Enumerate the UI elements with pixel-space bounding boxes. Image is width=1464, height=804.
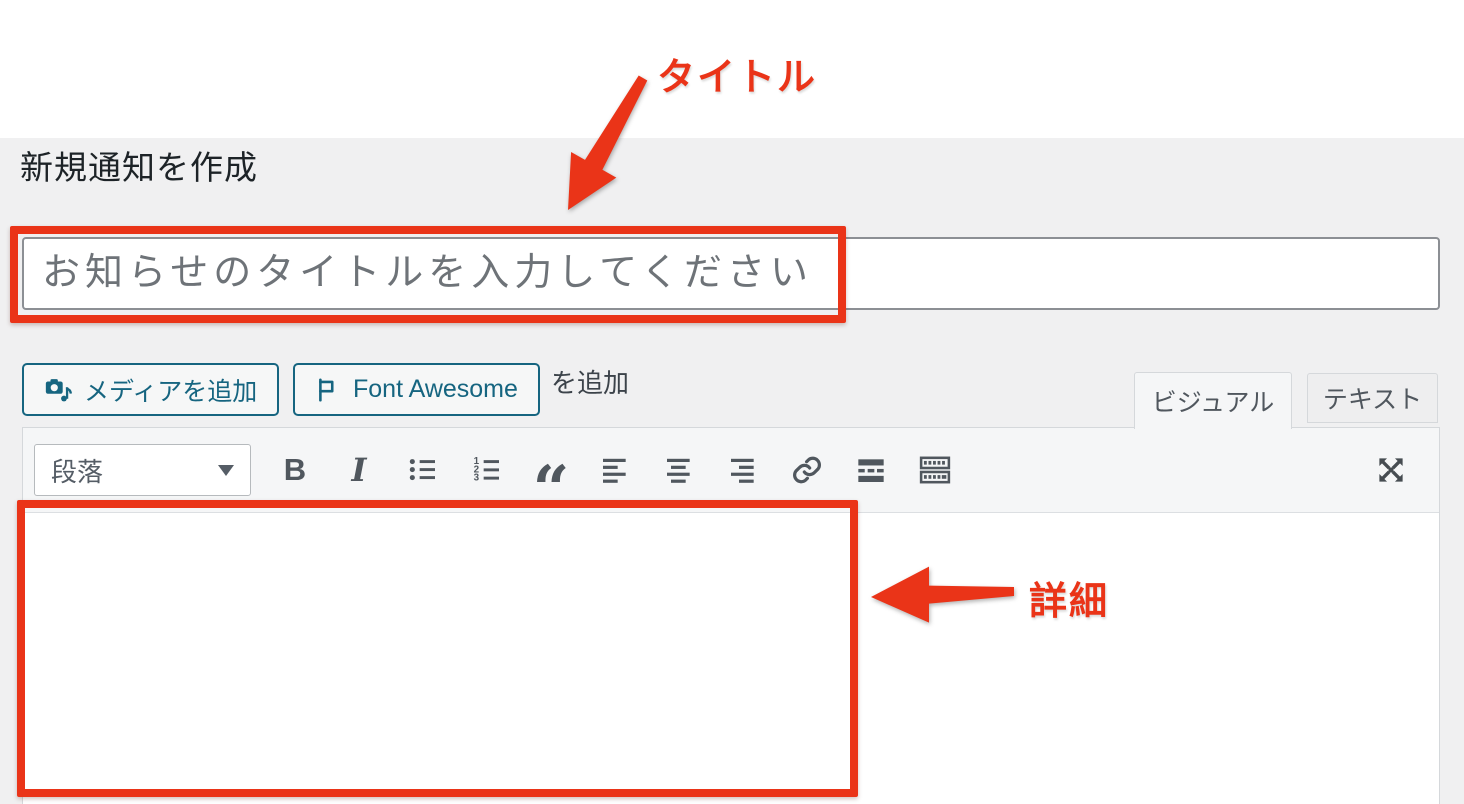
add-media-label: メディアを追加	[84, 372, 257, 408]
tab-text[interactable]: テキスト	[1307, 373, 1438, 423]
svg-text:3: 3	[474, 473, 480, 484]
tab-visual[interactable]: ビジュアル	[1134, 372, 1292, 429]
link-icon	[791, 454, 823, 486]
fullscreen-button[interactable]	[1365, 444, 1417, 496]
align-right-icon	[727, 454, 759, 486]
font-awesome-button[interactable]: Font Awesome	[293, 363, 540, 416]
keyboard-icon	[918, 453, 952, 487]
numbered-list-button[interactable]: 1 2 3	[461, 444, 513, 496]
annotation-title-label: タイトル	[657, 46, 817, 101]
link-button[interactable]	[781, 444, 833, 496]
align-center-icon	[663, 454, 695, 486]
align-left-button[interactable]	[589, 444, 641, 496]
editor-container: 段落 B I 1 2 3 “	[22, 427, 1440, 804]
annotation-detail-label: 詳細	[1029, 570, 1109, 625]
paragraph-dropdown[interactable]: 段落	[34, 444, 251, 496]
align-left-icon	[599, 454, 631, 486]
blockquote-button[interactable]: “	[525, 444, 577, 496]
italic-icon: I	[352, 451, 367, 489]
editor-toolbar: 段落 B I 1 2 3 “	[23, 428, 1439, 513]
suffix-text: を追加	[551, 363, 629, 400]
bulleted-list-icon	[407, 454, 439, 486]
numbered-list-icon: 1 2 3	[471, 454, 503, 486]
blockquote-icon: “	[533, 444, 570, 496]
bulleted-list-button[interactable]	[397, 444, 449, 496]
chevron-down-icon	[218, 465, 234, 476]
align-center-button[interactable]	[653, 444, 705, 496]
more-tag-button[interactable]	[845, 444, 897, 496]
bold-button[interactable]: B	[269, 444, 321, 496]
flag-icon	[315, 376, 343, 404]
toolbar-toggle-button[interactable]	[909, 444, 961, 496]
tab-visual-label: ビジュアル	[1152, 383, 1275, 419]
more-tag-icon	[855, 454, 887, 486]
tab-text-label: テキスト	[1323, 380, 1422, 416]
editor-content[interactable]	[23, 513, 1439, 804]
fullscreen-icon	[1374, 453, 1408, 487]
paragraph-dropdown-label: 段落	[51, 452, 103, 489]
font-awesome-label: Font Awesome	[353, 375, 518, 404]
media-icon	[44, 375, 74, 405]
italic-button[interactable]: I	[333, 444, 385, 496]
align-right-button[interactable]	[717, 444, 769, 496]
add-media-button[interactable]: メディアを追加	[22, 363, 279, 416]
title-input[interactable]	[22, 237, 1440, 310]
page-title: 新規通知を作成	[20, 141, 258, 189]
bold-icon: B	[284, 452, 306, 488]
